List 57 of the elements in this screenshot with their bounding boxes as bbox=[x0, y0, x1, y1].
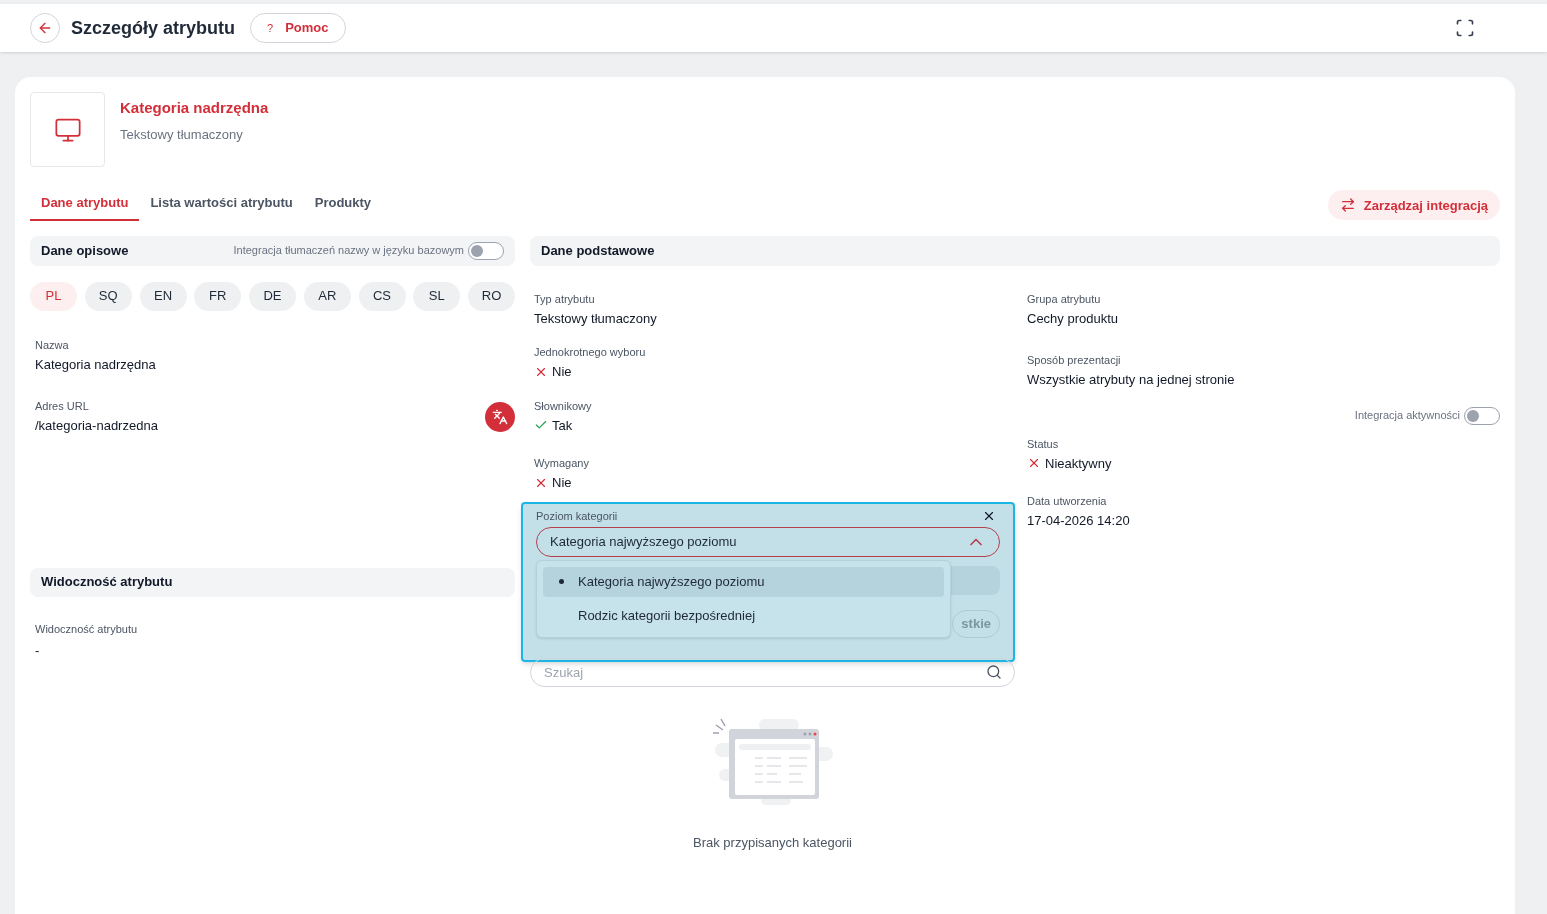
field-label: Typ atrybutu bbox=[534, 291, 596, 307]
toggle-switch[interactable] bbox=[1464, 406, 1500, 425]
page-title: Szczegóły atrybutu bbox=[71, 16, 236, 40]
field-value: Wszystkie atrybuty na jednej stronie bbox=[1027, 371, 1235, 389]
field-value: Nie bbox=[552, 474, 572, 492]
field-value: 17-04-2026 14:20 bbox=[1027, 512, 1130, 530]
field-value: /kategoria-nadrzedna bbox=[35, 417, 158, 435]
language-pill[interactable]: EN bbox=[139, 281, 187, 311]
empty-state-text: Brak przypisanych kategorii bbox=[693, 833, 852, 852]
field-label: Adres URL bbox=[35, 399, 90, 414]
section-title: Dane opisowe bbox=[41, 241, 129, 260]
dropdown-option[interactable]: Kategoria najwyższego poziomu bbox=[543, 566, 944, 597]
language-pill[interactable]: SQ bbox=[84, 281, 132, 311]
field-label: Data utworzenia bbox=[1027, 494, 1108, 509]
search-icon bbox=[986, 663, 1002, 680]
field-value: Kategoria nadrzędna bbox=[35, 355, 156, 374]
swap-arrows-icon bbox=[1339, 197, 1356, 214]
tab[interactable]: Produkty bbox=[303, 190, 383, 221]
field-label: Widoczność atrybutu bbox=[35, 621, 139, 637]
toggle-label: Integracja aktywności bbox=[1354, 408, 1460, 424]
translate-icon bbox=[492, 408, 508, 425]
tab[interactable]: Lista wartości atrybutu bbox=[139, 190, 304, 221]
question-icon: ? bbox=[267, 19, 274, 37]
field-value: - bbox=[35, 641, 41, 660]
fullscreen-icon[interactable] bbox=[1455, 18, 1475, 38]
field-value: Nie bbox=[552, 363, 572, 381]
language-pill[interactable]: DE bbox=[249, 281, 296, 311]
back-icon bbox=[37, 20, 53, 36]
toggle-label: Integracja tłumaczeń nazwy w języku bazowym bbox=[233, 243, 464, 259]
field-label: Słownikowy bbox=[534, 398, 593, 414]
section-title: Dane podstawowe bbox=[541, 241, 655, 260]
search-field[interactable]: Szukaj bbox=[530, 657, 1015, 687]
field-value: Tak bbox=[552, 416, 573, 435]
attribute-type: Tekstowy tłumaczony bbox=[120, 125, 244, 144]
language-pill[interactable]: PL bbox=[30, 281, 77, 311]
tab[interactable]: Dane atrybutu bbox=[30, 190, 140, 221]
manage-integration-button[interactable]: Zarządzaj integracją bbox=[1327, 190, 1500, 221]
toggle-switch[interactable] bbox=[468, 241, 504, 260]
field-value: Nieaktywny bbox=[1045, 454, 1112, 473]
language-pill[interactable]: SL bbox=[413, 281, 461, 311]
field-label: Sposób prezentacji bbox=[1027, 353, 1122, 368]
language-pill[interactable]: FR bbox=[194, 281, 242, 311]
language-pill[interactable]: CS bbox=[358, 281, 406, 311]
field-label: Jednokrotnego wyboru bbox=[534, 345, 647, 360]
section-title: Widoczność atrybutu bbox=[41, 573, 173, 592]
field-value: Tekstowy tłumaczony bbox=[534, 309, 657, 328]
field-label: Poziom kategorii bbox=[536, 508, 618, 524]
attribute-name: Kategoria nadrzędna bbox=[120, 98, 269, 118]
field-value: Cechy produktu bbox=[1027, 309, 1119, 328]
dropdown-option[interactable]: Rodzic kategorii bezpośredniej bbox=[543, 600, 944, 631]
field-label: Status bbox=[1027, 436, 1060, 452]
field-label: Nazwa bbox=[35, 337, 70, 353]
language-pill[interactable]: AR bbox=[303, 281, 351, 311]
language-pill[interactable]: RO bbox=[468, 281, 515, 311]
field-label: Wymagany bbox=[534, 456, 590, 471]
translate-button[interactable] bbox=[485, 401, 515, 432]
field-label: Grupa atrybutu bbox=[1027, 291, 1102, 307]
